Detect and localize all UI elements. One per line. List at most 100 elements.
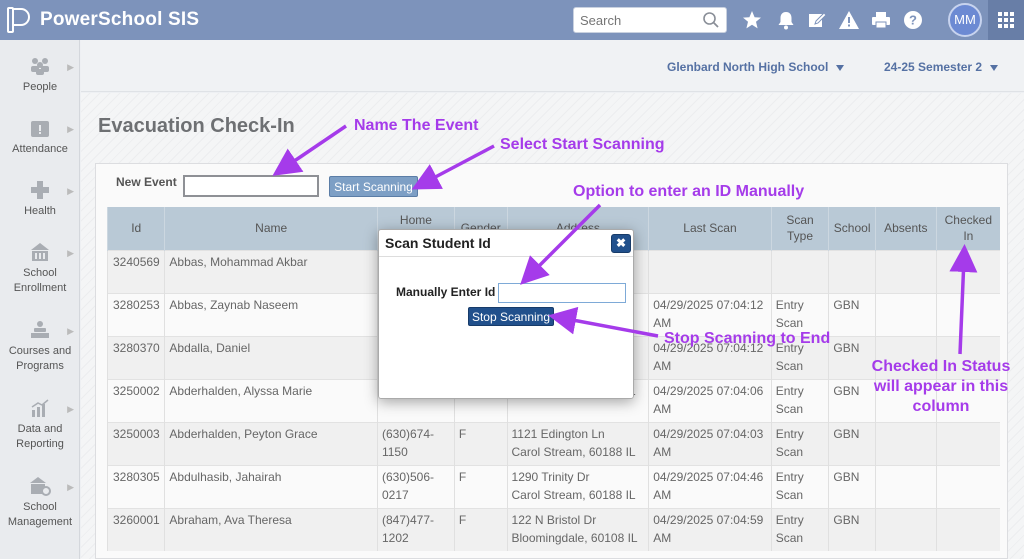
sidebar-item-school-enrollment[interactable]: School Enrollment ▶ xyxy=(0,242,80,296)
sidebar-item-label: Health xyxy=(24,205,56,217)
sidebar-item-people[interactable]: People ▶ xyxy=(0,56,80,95)
svg-text:?: ? xyxy=(909,13,917,28)
cell-address-line: 1121 Edington Ln xyxy=(511,426,605,441)
classroom-icon xyxy=(31,321,49,338)
compose-icon[interactable] xyxy=(806,9,828,31)
cell-last-scan-line: AM xyxy=(653,530,672,545)
bell-icon[interactable] xyxy=(775,9,797,31)
cell-id: 3260001 xyxy=(106,507,165,551)
column-header[interactable]: Absents xyxy=(874,207,937,250)
attendance-icon xyxy=(31,121,49,137)
cell-home-phone: (630)674- 1150 xyxy=(376,421,455,465)
chevron-right-icon: ▶ xyxy=(67,186,74,196)
sidebar-item-attendance[interactable]: Attendance ▶ xyxy=(0,118,80,157)
cell-address-line: 122 N Bristol Dr xyxy=(511,512,597,527)
cell-name-line: Abbas, Mohammad Akbar xyxy=(169,254,308,269)
stop-scanning-button[interactable]: Stop Scanning xyxy=(468,307,554,326)
cell-gender-line: F xyxy=(458,512,467,527)
cell-id: 3280370 xyxy=(106,335,165,379)
cell-name-line: Abdalla, Daniel xyxy=(169,340,251,355)
annotation-name-event: Name The Event xyxy=(354,117,479,134)
cell-school: GBN xyxy=(828,421,876,465)
cell-last-scan-line: AM xyxy=(653,444,672,459)
table-row[interactable]: 3280305 Abdulhasib, Jahairah (630)506- 0217… xyxy=(106,464,1000,508)
cell-name-line: Abderhalden, Peyton Grace xyxy=(169,426,318,441)
print-icon[interactable] xyxy=(870,9,892,31)
annotation-checked-in: Checked In Status will appear in this co… xyxy=(871,358,1011,415)
table-row[interactable]: 3260001 Abraham, Ava Theresa (847)477- 1202… xyxy=(106,507,1000,551)
term-selector[interactable]: 24-25 Semester 2 xyxy=(884,60,999,74)
table-row[interactable]: 3250003 Abderhalden, Peyton Grace (630)674… xyxy=(106,421,1000,465)
sidebar-item-health[interactable]: Health ▶ xyxy=(0,180,80,219)
chevron-down-icon xyxy=(836,64,845,71)
cell-address-line: Bloomingdale, 60108 IL xyxy=(511,530,638,545)
sidebar-item-data-and-reporting[interactable]: Data and Reporting ▶ xyxy=(0,398,80,452)
sidebar-item-school-management[interactable]: School Management ▶ xyxy=(0,476,80,530)
cell-id: 3250003 xyxy=(106,421,165,465)
brand[interactable]: PowerSchool SIS xyxy=(6,6,199,34)
app-switcher-grid-icon[interactable] xyxy=(988,0,1024,40)
column-header[interactable]: Last Scan xyxy=(648,207,772,250)
cell-school xyxy=(828,249,876,293)
manual-id-input[interactable] xyxy=(498,283,626,303)
help-icon[interactable]: ? xyxy=(902,9,924,31)
search-input[interactable] xyxy=(574,8,694,32)
school-building-icon xyxy=(31,243,49,261)
cell-checked-in xyxy=(935,507,1000,551)
cell-home-phone-line: 1202 xyxy=(381,530,409,545)
cell-scan-type: Entry Scan xyxy=(770,464,829,508)
cell-last-scan-line: AM xyxy=(653,401,672,416)
cell-school-line: GBN xyxy=(833,469,860,484)
bar-chart-icon xyxy=(31,399,49,417)
top-bar: PowerSchool SIS ? MM xyxy=(0,0,1024,40)
close-icon[interactable]: ✖ xyxy=(611,234,631,253)
cell-scan-type xyxy=(770,249,829,293)
cell-last-scan-line: 04/29/2025 07:04:46 xyxy=(653,469,764,484)
sidebar-item-label: School Management xyxy=(7,501,73,528)
user-avatar[interactable]: MM xyxy=(948,3,982,37)
new-event-input[interactable] xyxy=(183,175,319,197)
cell-name: Abdalla, Daniel xyxy=(164,335,378,379)
chevron-right-icon: ▶ xyxy=(67,248,74,258)
search-icon[interactable] xyxy=(702,11,720,29)
cell-name: Abraham, Ava Theresa xyxy=(164,507,378,551)
alert-icon[interactable] xyxy=(838,9,860,31)
people-icon xyxy=(31,58,49,75)
column-header[interactable]: Scan Type xyxy=(770,207,829,250)
cell-school-line: GBN xyxy=(833,426,860,441)
context-bar: Glenbard North High School 24-25 Semeste… xyxy=(81,40,1024,92)
cell-school: GBN xyxy=(828,464,876,508)
cell-last-scan: 04/29/2025 07:04:03 AM xyxy=(648,421,772,465)
column-header[interactable]: Id xyxy=(106,207,165,250)
cell-scan-type: Entry Scan xyxy=(770,378,829,422)
cell-scan-type-line: Scan xyxy=(775,358,804,373)
column-header[interactable]: Name xyxy=(164,207,378,250)
cell-id-line: 3280370 xyxy=(113,340,160,355)
cell-absents xyxy=(874,421,937,465)
star-icon[interactable] xyxy=(741,9,763,31)
sidebar-item-label: Courses and Programs xyxy=(8,345,72,372)
chevron-right-icon: ▶ xyxy=(67,124,74,134)
cell-absents xyxy=(874,249,937,293)
school-selector[interactable]: Glenbard North High School xyxy=(667,60,845,74)
cell-school-line: GBN xyxy=(833,297,860,312)
column-header[interactable]: Checked In xyxy=(935,207,1000,250)
app-title: PowerSchool SIS xyxy=(40,9,200,30)
cell-checked-in xyxy=(935,421,1000,465)
search-box xyxy=(573,7,727,33)
cell-home-phone-line: (630)674- xyxy=(381,426,434,441)
cell-address-line: 1290 Trinity Dr xyxy=(511,469,590,484)
chevron-right-icon: ▶ xyxy=(67,482,74,492)
cell-last-scan-line: 04/29/2025 07:04:03 xyxy=(653,426,764,441)
cell-home-phone-line: (630)506- xyxy=(381,469,434,484)
cell-name: Abderhalden, Peyton Grace xyxy=(164,421,378,465)
column-header[interactable]: School xyxy=(828,207,876,250)
sidebar-item-courses-and-programs[interactable]: Courses and Programs ▶ xyxy=(0,320,80,374)
cell-last-scan: 04/29/2025 07:04:46 AM xyxy=(648,464,772,508)
cell-absents xyxy=(874,464,937,508)
cell-id: 3250002 xyxy=(106,378,165,422)
sidebar-item-label: People xyxy=(22,81,58,93)
cell-address: 122 N Bristol Dr Bloomingdale, 60108 IL xyxy=(506,507,649,551)
start-scanning-button[interactable]: Start Scanning xyxy=(329,176,418,197)
cell-last-scan-line: 04/29/2025 07:04:12 xyxy=(653,297,764,312)
